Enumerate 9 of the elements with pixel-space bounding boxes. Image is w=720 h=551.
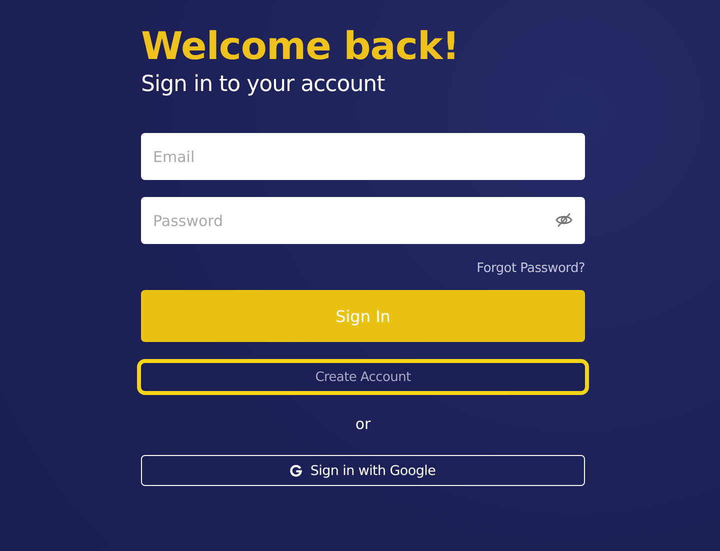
eye-slash-icon[interactable] (555, 211, 573, 229)
google-sign-in-button[interactable]: Sign in with Google (141, 455, 585, 486)
email-field[interactable]: Email (141, 133, 585, 180)
forgot-password-link[interactable]: Forgot Password? (476, 261, 585, 276)
password-field[interactable]: Password (141, 197, 585, 244)
sign-in-subheading: Sign in to your account (141, 71, 386, 99)
welcome-heading: Welcome back! (141, 24, 460, 68)
google-g-icon (290, 464, 302, 476)
or-separator: or (355, 415, 371, 433)
